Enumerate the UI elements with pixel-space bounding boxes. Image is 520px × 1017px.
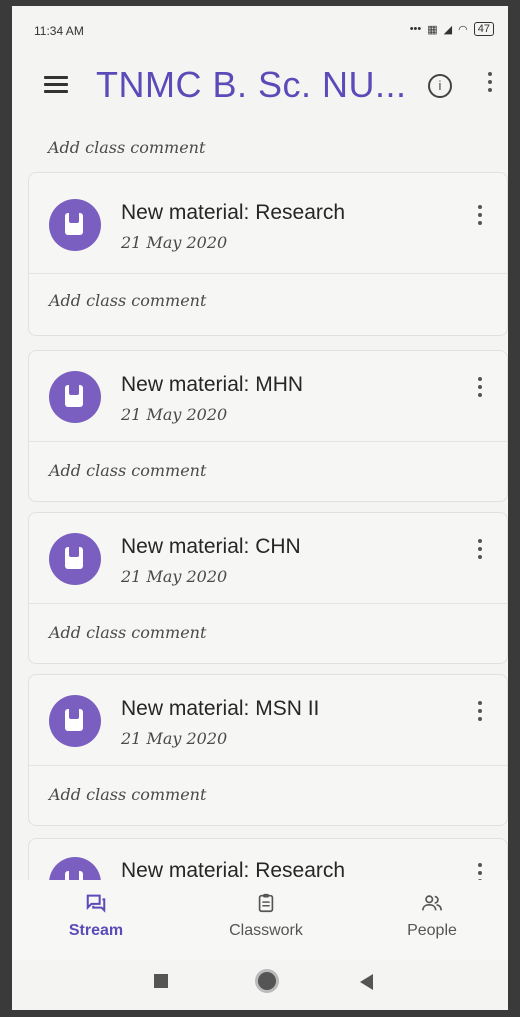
post-title: New material: CHN	[121, 535, 301, 558]
divider	[29, 441, 507, 442]
class-title: TNMC B. Sc. NU...	[96, 64, 407, 105]
post-title: New material: Research	[121, 859, 346, 880]
post-header[interactable]: New material: MHN 21 May 2020	[29, 351, 507, 451]
post-more-icon[interactable]	[475, 701, 485, 731]
sim-icon: ▦	[427, 23, 438, 36]
post-header[interactable]: New material: MSN II 21 May 2020	[29, 675, 507, 775]
post-date: 21 May 2020	[121, 233, 228, 252]
battery-icon: 47	[473, 22, 494, 36]
material-icon	[49, 199, 101, 251]
recent-apps-button[interactable]	[154, 974, 168, 988]
post-more-icon[interactable]	[475, 205, 485, 235]
post-date: 21 May 2020	[121, 729, 228, 748]
divider	[29, 765, 507, 766]
divider	[29, 273, 507, 274]
add-class-comment-link[interactable]: Add class comment	[49, 785, 206, 804]
add-class-comment-link[interactable]: Add class comment	[49, 623, 206, 642]
divider	[29, 603, 507, 604]
post-card: New material: MSN II 21 May 2020 Add cla…	[28, 674, 508, 826]
menu-icon[interactable]	[44, 76, 68, 94]
post-header[interactable]: New material: Research 21 May 2020	[29, 173, 507, 273]
people-icon	[422, 895, 442, 911]
nav-stream[interactable]: Stream	[36, 892, 156, 940]
nav-people[interactable]: People	[372, 892, 492, 940]
signal-icon: ◢	[443, 23, 453, 36]
phone-screen: 11:34 AM ••• ▦ ◢ ◠ 47 TNMC B. Sc. NU... …	[12, 6, 508, 1010]
status-icons: ••• ▦ ◢ ◠ 47	[410, 22, 494, 36]
system-navigation-bar	[12, 960, 508, 1010]
post-card: New material: MHN 21 May 2020 Add class …	[28, 350, 508, 502]
post-card: New material: Research	[28, 838, 508, 880]
add-class-comment-link[interactable]: Add class comment	[49, 461, 206, 480]
app-bar: TNMC B. Sc. NU... i	[12, 52, 508, 122]
post-more-icon[interactable]	[475, 863, 485, 880]
post-header[interactable]: New material: Research	[29, 839, 507, 880]
post-card: New material: CHN 21 May 2020 Add class …	[28, 512, 508, 664]
classwork-icon	[258, 893, 274, 913]
stream-icon	[86, 894, 106, 913]
stream-feed: Add class comment New material: Research…	[12, 122, 508, 880]
add-class-comment-link[interactable]: Add class comment	[48, 138, 205, 157]
back-button[interactable]	[360, 974, 373, 990]
nav-label: People	[407, 922, 457, 939]
add-class-comment-link[interactable]: Add class comment	[49, 291, 206, 310]
more-options-icon[interactable]	[486, 72, 494, 100]
nav-label: Classwork	[229, 922, 303, 939]
post-date: 21 May 2020	[121, 567, 228, 586]
status-time: 11:34 AM	[34, 24, 84, 38]
post-header[interactable]: New material: CHN 21 May 2020	[29, 513, 507, 613]
material-icon	[49, 857, 101, 880]
info-icon[interactable]: i	[428, 74, 452, 98]
post-card: New material: Research 21 May 2020 Add c…	[28, 172, 508, 336]
post-date: 21 May 2020	[121, 405, 228, 424]
material-icon	[49, 533, 101, 585]
home-button[interactable]	[258, 972, 276, 990]
bottom-navigation: Stream Classwork People	[12, 880, 508, 960]
wifi-icon: ◠	[458, 23, 468, 36]
post-title: New material: MSN II	[121, 697, 320, 720]
nav-classwork[interactable]: Classwork	[206, 892, 326, 940]
material-icon	[49, 371, 101, 423]
status-bar: 11:34 AM ••• ▦ ◢ ◠ 47	[12, 6, 508, 52]
nav-label: Stream	[68, 922, 124, 939]
post-more-icon[interactable]	[475, 539, 485, 569]
more-notifications-icon: •••	[409, 23, 422, 35]
post-more-icon[interactable]	[475, 377, 485, 407]
post-title: New material: Research	[121, 201, 346, 224]
material-icon	[49, 695, 101, 747]
post-title: New material: MHN	[121, 373, 304, 396]
